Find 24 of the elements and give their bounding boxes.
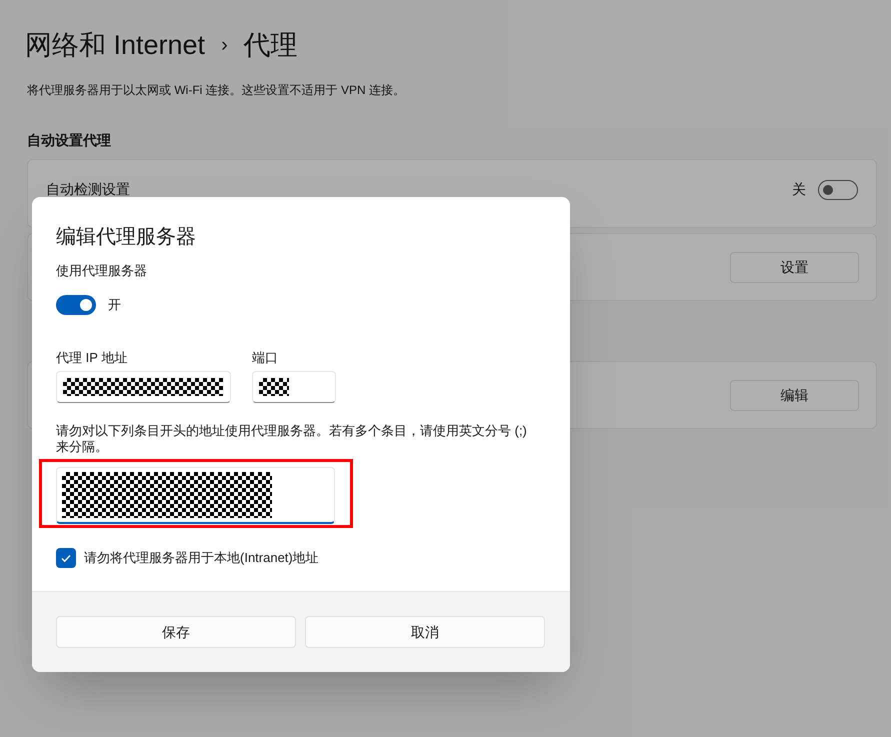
- section-title: 自动设置代理: [27, 131, 112, 150]
- field-label: 代理 IP 地址: [56, 348, 128, 366]
- field-label: 使用代理服务器: [56, 262, 148, 280]
- toggle-state-label: 关: [792, 180, 806, 199]
- breadcrumb-separator: ›: [221, 33, 228, 58]
- toggle-switch[interactable]: [818, 180, 858, 200]
- checkbox-label: 请勿将代理服务器用于本地(Intranet)地址: [84, 549, 319, 568]
- edit-button[interactable]: 编辑: [730, 380, 859, 410]
- text-area[interactable]: [56, 467, 335, 524]
- checkbox[interactable]: [56, 548, 76, 568]
- page-title: 代理: [244, 28, 298, 62]
- dialog-title: 编辑代理服务器: [56, 225, 197, 250]
- field-description: 请勿对以下列条目开头的地址使用代理服务器。若有多个条目，请使用英文分号 (;) 来分隔。: [56, 423, 528, 455]
- cancel-button[interactable]: 取消: [305, 616, 545, 648]
- setting-label: 自动检测设置: [46, 180, 130, 199]
- breadcrumb-link[interactable]: 网络和 Internet: [25, 24, 206, 66]
- input-field[interactable]: [56, 371, 231, 403]
- toggle-switch[interactable]: [56, 294, 96, 314]
- field-label: 端口: [252, 348, 279, 366]
- input-field[interactable]: [252, 371, 336, 403]
- page-description: 将代理服务器用于以太网或 Wi-Fi 连接。这些设置不适用于 VPN 连接。: [27, 82, 406, 99]
- toggle-state-label: 开: [108, 296, 121, 314]
- settings-button[interactable]: 设置: [730, 252, 859, 282]
- save-button[interactable]: 保存: [56, 616, 296, 648]
